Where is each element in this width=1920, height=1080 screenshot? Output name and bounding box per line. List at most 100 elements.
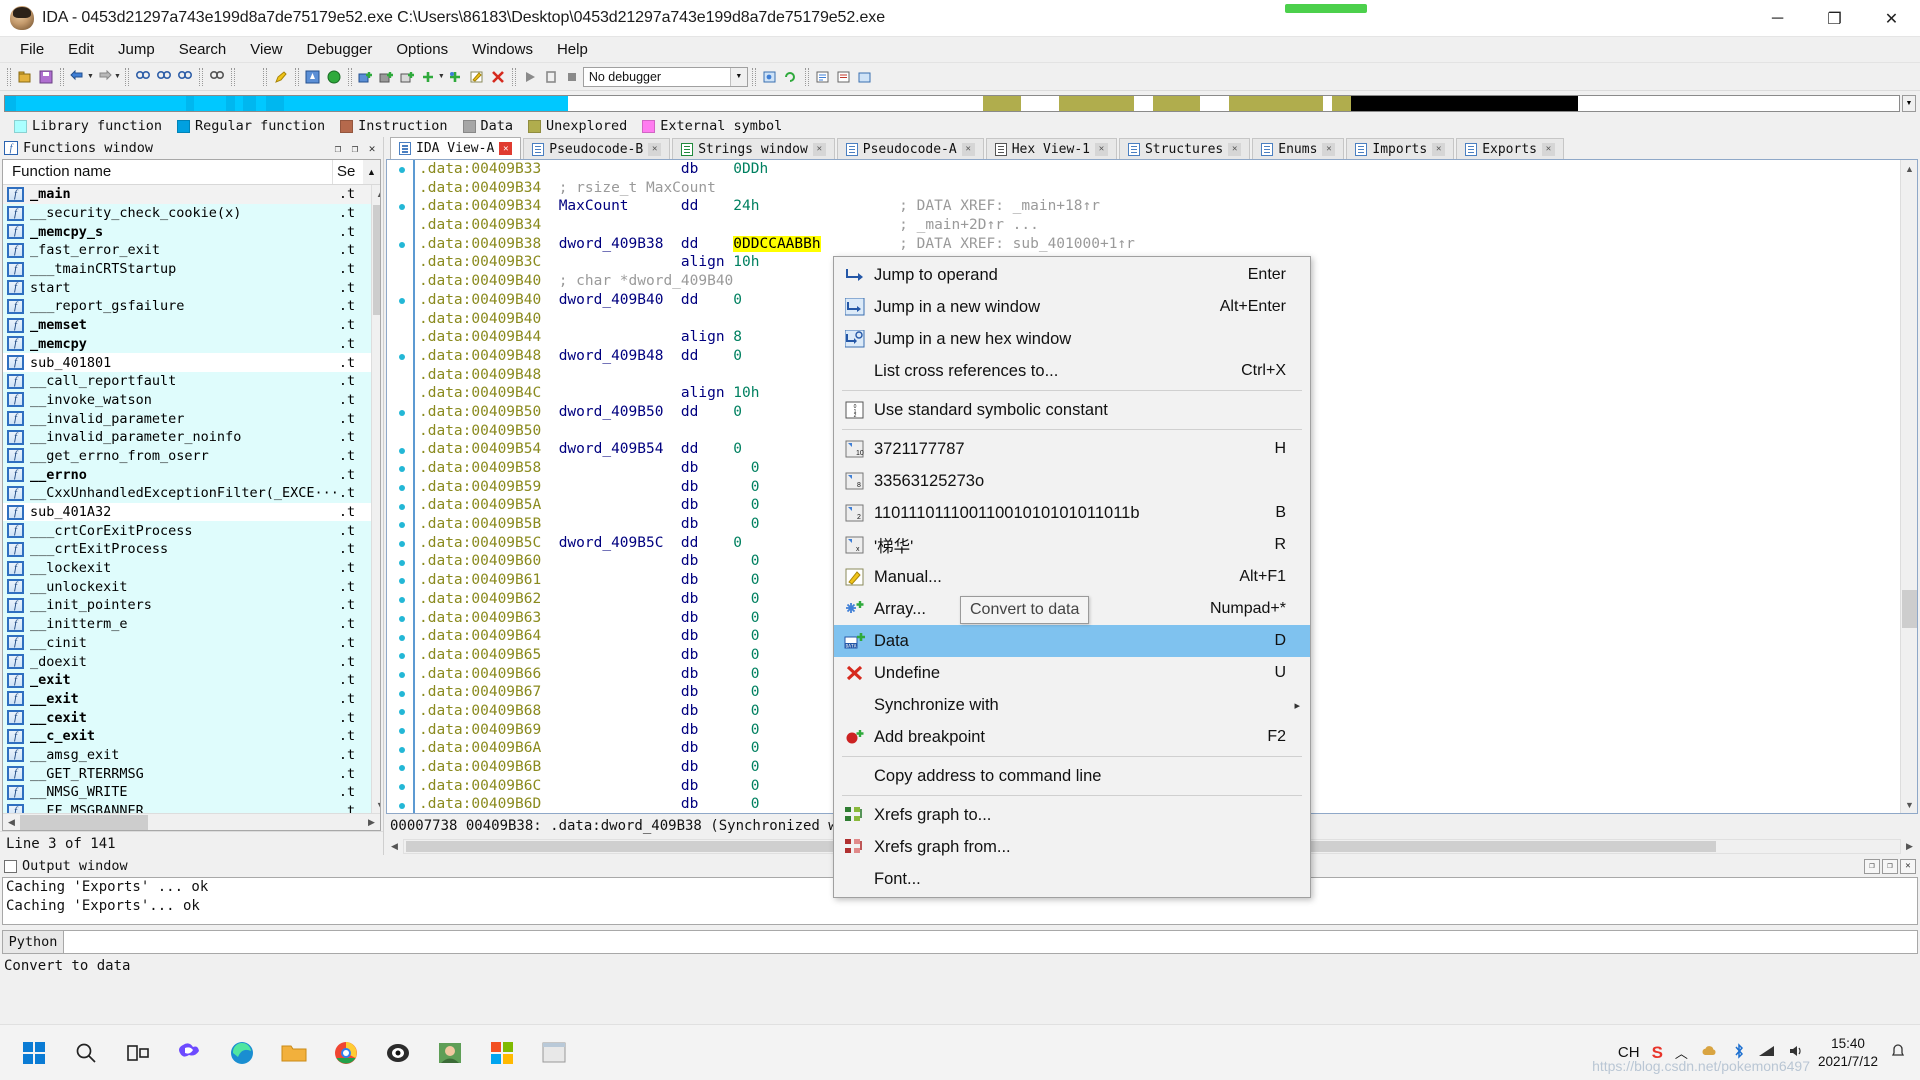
dis-scroll-down-icon[interactable]: ▼ bbox=[1901, 796, 1918, 813]
column-header-segment[interactable]: Se bbox=[333, 160, 363, 184]
menu-item-jump[interactable]: Jump bbox=[106, 39, 167, 60]
context-menu-item-33563125273o[interactable]: 833563125273o bbox=[834, 465, 1310, 497]
disassembly-line[interactable]: .data:00409B34 ; rsize_t MaxCount bbox=[419, 179, 1917, 198]
context-menu-item-11011101110011001010101011011b[interactable]: 211011101110011001010101011011bB bbox=[834, 497, 1310, 529]
scroll-thumb[interactable] bbox=[373, 205, 380, 315]
tab-structures[interactable]: Structures✕ bbox=[1119, 138, 1250, 159]
binary-search-icon[interactable] bbox=[207, 67, 227, 87]
function-list-item[interactable]: f_exit.t bbox=[3, 671, 371, 690]
function-list-item[interactable]: f___crtExitProcess.t bbox=[3, 540, 371, 559]
function-list-item[interactable]: f___tmainCRTStartup.t bbox=[3, 260, 371, 279]
menu-item-view[interactable]: View bbox=[238, 39, 294, 60]
menu-item-options[interactable]: Options bbox=[384, 39, 460, 60]
hscroll-right-icon[interactable]: ▶ bbox=[363, 817, 380, 828]
tab-pseudocode-a[interactable]: Pseudocode-A✕ bbox=[837, 138, 984, 159]
save-icon[interactable] bbox=[36, 67, 56, 87]
script-icon[interactable] bbox=[813, 67, 833, 87]
add-data-icon[interactable] bbox=[377, 67, 397, 87]
function-list-item[interactable]: f_memset.t bbox=[3, 316, 371, 335]
tab-close-icon[interactable]: ✕ bbox=[1322, 143, 1335, 156]
tab-close-icon[interactable]: ✕ bbox=[813, 143, 826, 156]
debugger-select[interactable]: No debugger ▼ bbox=[583, 67, 748, 87]
tab-exports[interactable]: Exports✕ bbox=[1456, 138, 1564, 159]
tab-strings-window[interactable]: Strings window✕ bbox=[672, 138, 835, 159]
hscroll-left-icon[interactable]: ◀ bbox=[3, 817, 20, 828]
add-code-icon[interactable] bbox=[356, 67, 376, 87]
debug-refresh-icon[interactable] bbox=[781, 67, 801, 87]
context-menu-item-manual[interactable]: Manual...Alt+F1 bbox=[834, 561, 1310, 593]
context-menu-item-font[interactable]: Font... bbox=[834, 863, 1310, 895]
hscroll-track[interactable] bbox=[20, 815, 363, 830]
toolbar-grip-9[interactable] bbox=[512, 68, 516, 86]
toolbar-grip-2[interactable] bbox=[60, 68, 64, 86]
disassembly-vscrollbar[interactable]: ▲ ▼ bbox=[1900, 160, 1917, 813]
cli-language-label[interactable]: Python bbox=[2, 930, 64, 954]
function-list-item[interactable]: f__FF_MSGBANNER.t bbox=[3, 802, 371, 813]
function-list-item[interactable]: f__invoke_watson.t bbox=[3, 391, 371, 410]
snippet-icon[interactable] bbox=[834, 67, 854, 87]
menu-item-debugger[interactable]: Debugger bbox=[295, 39, 385, 60]
app-ida-icon[interactable] bbox=[376, 1031, 420, 1075]
taskbar-clock[interactable]: 15:40 2021/7/12 bbox=[1818, 1035, 1878, 1070]
function-list-item[interactable]: f__exit.t bbox=[3, 690, 371, 709]
add-dropdown-icon[interactable]: ▼ bbox=[438, 73, 445, 80]
disassembly-line[interactable]: .data:00409B33 db 0DDh bbox=[419, 160, 1917, 179]
function-list-item[interactable]: f___report_gsfailure.t bbox=[3, 297, 371, 316]
minimize-button[interactable]: ─ bbox=[1749, 0, 1806, 37]
cli-input[interactable] bbox=[64, 930, 1918, 954]
menu-item-file[interactable]: File bbox=[8, 39, 56, 60]
function-list-item[interactable]: f__CxxUnhandledExceptionFilter(_EXCE···.… bbox=[3, 484, 371, 503]
scroll-up-icon[interactable]: ▲ bbox=[372, 185, 380, 202]
search-prev-icon[interactable] bbox=[175, 67, 195, 87]
function-list-item[interactable]: f__cexit.t bbox=[3, 708, 371, 727]
column-header-function-name[interactable]: Function name bbox=[3, 160, 333, 184]
disassembly-line[interactable]: .data:00409B38 dword_409B38 dd 0DDCCAABB… bbox=[419, 235, 1917, 254]
function-list-item[interactable]: f_main.t bbox=[3, 185, 371, 204]
tab-ida-view-a[interactable]: IDA View-A✕ bbox=[390, 137, 521, 159]
close-button[interactable]: ✕ bbox=[1863, 0, 1920, 37]
context-menu-item-data[interactable]: DATADataD bbox=[834, 625, 1310, 657]
tab-close-icon[interactable]: ✕ bbox=[1432, 143, 1445, 156]
sphere-icon[interactable] bbox=[324, 67, 344, 87]
toolbar-grip-6[interactable] bbox=[263, 68, 267, 86]
function-list-item[interactable]: f__get_errno_from_oserr.t bbox=[3, 447, 371, 466]
toolbar-grip-11[interactable] bbox=[805, 68, 809, 86]
forward-icon[interactable] bbox=[95, 67, 115, 87]
function-list-item[interactable]: f___crtCorExitProcess.t bbox=[3, 521, 371, 540]
function-list-item[interactable]: f__init_pointers.t bbox=[3, 596, 371, 615]
function-list-item[interactable]: f__lockexit.t bbox=[3, 559, 371, 578]
graph-view-icon[interactable] bbox=[303, 67, 323, 87]
chevron-down-icon[interactable]: ▼ bbox=[730, 68, 747, 86]
functions-panel-float-button[interactable]: ❐ bbox=[348, 142, 362, 155]
functions-panel-restore-button[interactable]: ❐ bbox=[331, 142, 345, 155]
moon-icon[interactable] bbox=[239, 67, 259, 87]
function-list-item[interactable]: fsub_401801.t bbox=[3, 353, 371, 372]
debug-options-icon[interactable] bbox=[760, 67, 780, 87]
tab-close-icon[interactable]: ✕ bbox=[1228, 143, 1241, 156]
navigator-zoom-icon[interactable]: ▼ bbox=[1902, 95, 1916, 112]
tab-close-icon[interactable]: ✕ bbox=[1095, 143, 1108, 156]
function-list-item[interactable]: f__security_check_cookie(x).t bbox=[3, 204, 371, 223]
toolbar-grip-10[interactable] bbox=[752, 68, 756, 86]
dis-hscroll-right-icon[interactable]: ▶ bbox=[1901, 841, 1918, 852]
pause-icon[interactable] bbox=[541, 67, 561, 87]
menu-item-windows[interactable]: Windows bbox=[460, 39, 545, 60]
output-restore-button[interactable]: ❐ bbox=[1864, 859, 1880, 874]
menu-item-help[interactable]: Help bbox=[545, 39, 600, 60]
toolbar-grip[interactable] bbox=[7, 68, 11, 86]
back-icon[interactable] bbox=[68, 67, 88, 87]
disassembly-line[interactable]: .data:00409B34 ; _main+2D↑r ... bbox=[419, 216, 1917, 235]
undefine-icon[interactable] bbox=[488, 67, 508, 87]
run-icon[interactable] bbox=[520, 67, 540, 87]
context-menu[interactable]: Jump to operandEnterJump in a new window… bbox=[833, 256, 1311, 898]
function-list-item[interactable]: f_memcpy_s.t bbox=[3, 222, 371, 241]
function-list-item[interactable]: f_fast_error_exit.t bbox=[3, 241, 371, 260]
back-dropdown-icon[interactable]: ▼ bbox=[87, 73, 94, 80]
context-menu-item-use-standard-symbolic-constant[interactable]: 012Use standard symbolic constant bbox=[834, 394, 1310, 426]
context-menu-item-add-breakpoint[interactable]: Add breakpointF2 bbox=[834, 721, 1310, 753]
tab-close-icon[interactable]: ✕ bbox=[1542, 143, 1555, 156]
toolbar-grip-3[interactable] bbox=[125, 68, 129, 86]
dis-hscroll-left-icon[interactable]: ◀ bbox=[386, 841, 403, 852]
function-list-item[interactable]: fstart.t bbox=[3, 278, 371, 297]
stop-icon[interactable] bbox=[562, 67, 582, 87]
